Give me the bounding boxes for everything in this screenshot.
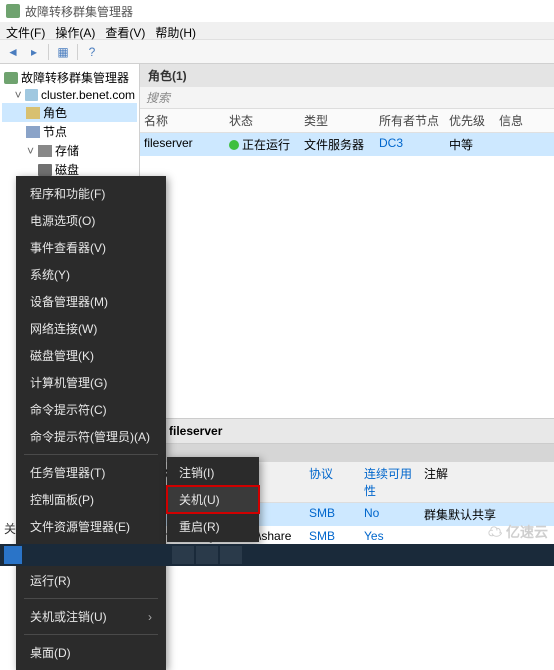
shutdown-submenu: 注销(I) 关机(U) 重启(R) [167, 457, 259, 542]
watermark: ☁ 亿速云 [488, 522, 548, 542]
menu-cmd-admin[interactable]: 命令提示符(管理员)(A) [16, 423, 166, 450]
col-share-avail[interactable]: 连续可用性 [360, 462, 420, 502]
taskbar-item[interactable] [220, 546, 242, 564]
cell: No [360, 503, 420, 526]
panel-title: 角色(1) [140, 64, 554, 87]
menu-file-explorer[interactable]: 文件资源管理器(E) [16, 513, 166, 540]
col-share-remark[interactable]: 注解 [420, 462, 554, 502]
help-icon[interactable]: ? [83, 43, 101, 61]
menubar: 文件(F) 操作(A) 查看(V) 帮助(H) [0, 22, 554, 40]
cell: SMB [305, 526, 360, 546]
col-priority[interactable]: 优先级 [445, 109, 495, 132]
toolbar-separator [48, 44, 49, 60]
menu-desktop[interactable]: 桌面(D) [16, 639, 166, 666]
start-button[interactable] [4, 546, 22, 564]
node-icon [26, 126, 40, 138]
submenu-restart[interactable]: 重启(R) [167, 513, 259, 540]
menu-cmd[interactable]: 命令提示符(C) [16, 396, 166, 423]
menu-action[interactable]: 操作(A) [55, 24, 95, 37]
cell-name: fileserver [140, 133, 225, 156]
menu-programs-features[interactable]: 程序和功能(F) [16, 180, 166, 207]
tree-cluster[interactable]: ˅ cluster.benet.com [2, 87, 137, 103]
tree-storage[interactable]: ˅ 存储 [2, 141, 137, 160]
col-owner[interactable]: 所有者节点 [375, 109, 445, 132]
search-input[interactable]: 搜索 [140, 87, 554, 109]
toolbar: ◄ ▸ ▦ ? [0, 40, 554, 64]
cell: SMB [305, 503, 360, 526]
chevron-down-icon[interactable]: ˅ [14, 88, 22, 102]
menu-event-viewer[interactable]: 事件查看器(V) [16, 234, 166, 261]
submenu-shutdown[interactable]: 关机(U) [167, 486, 259, 513]
roles-table-header: 名称 状态 类型 所有者节点 优先级 信息 [140, 109, 554, 133]
detail-header: fileserver [140, 418, 554, 444]
menu-system[interactable]: 系统(Y) [16, 261, 166, 288]
col-status[interactable]: 状态 [225, 109, 300, 132]
role-icon [26, 107, 40, 119]
menu-view[interactable]: 查看(V) [105, 24, 145, 37]
cell-owner: DC3 [375, 133, 445, 156]
cell-status: 正在运行 [225, 133, 300, 156]
tree-label: 角色 [43, 104, 67, 121]
tree-label: 故障转移群集管理器 [21, 69, 129, 86]
col-type[interactable]: 类型 [300, 109, 375, 132]
running-icon [229, 140, 239, 150]
menu-computer-management[interactable]: 计算机管理(G) [16, 369, 166, 396]
app-icon [6, 4, 20, 18]
status-text: 关 [4, 520, 16, 537]
cell: Yes [360, 526, 420, 546]
menu-shutdown-signout[interactable]: 关机或注销(U)› [16, 603, 166, 630]
col-info[interactable]: 信息 [495, 109, 554, 132]
menu-run[interactable]: 运行(R) [16, 567, 166, 594]
col-name[interactable]: 名称 [140, 109, 225, 132]
menu-separator [24, 634, 158, 635]
cell-type: 文件服务器 [300, 133, 375, 156]
menu-network-connections[interactable]: 网络连接(W) [16, 315, 166, 342]
menu-power-options[interactable]: 电源选项(O) [16, 207, 166, 234]
chevron-down-icon[interactable]: ˅ [26, 144, 35, 158]
table-row[interactable]: fileserver 正在运行 文件服务器 DC3 中等 [140, 133, 554, 156]
taskbar-item[interactable] [196, 546, 218, 564]
menu-file[interactable]: 文件(F) [6, 24, 45, 37]
winx-menu: 程序和功能(F) 电源选项(O) 事件查看器(V) 系统(Y) 设备管理器(M)… [16, 176, 166, 670]
submenu-logoff[interactable]: 注销(I) [167, 459, 259, 486]
cell-info [495, 133, 554, 156]
roles-table-body: fileserver 正在运行 文件服务器 DC3 中等 [140, 133, 554, 418]
menu-disk-management[interactable]: 磁盘管理(K) [16, 342, 166, 369]
tree-roles[interactable]: 角色 [2, 103, 137, 122]
cell-priority: 中等 [445, 133, 495, 156]
toolbar-separator [77, 44, 78, 60]
taskbar-item[interactable] [172, 546, 194, 564]
window-title: 故障转移群集管理器 [25, 3, 133, 20]
detail-title: fileserver [169, 424, 222, 438]
menu-help[interactable]: 帮助(H) [155, 24, 196, 37]
menu-separator [24, 598, 158, 599]
storage-icon [38, 145, 52, 157]
disk-icon [38, 164, 52, 176]
menu-separator [24, 454, 158, 455]
chevron-right-icon: › [148, 610, 152, 624]
server-icon [25, 89, 38, 101]
menu-device-manager[interactable]: 设备管理器(M) [16, 288, 166, 315]
tree-root[interactable]: 故障转移群集管理器 [2, 68, 137, 87]
cluster-manager-icon [4, 72, 18, 84]
tree-label: 节点 [43, 123, 67, 140]
tree-nodes[interactable]: 节点 [2, 122, 137, 141]
tree-label: cluster.benet.com [41, 88, 135, 102]
taskbar [0, 544, 554, 566]
titlebar: 故障转移群集管理器 [0, 0, 554, 22]
tree-label: 存储 [55, 142, 79, 159]
toolbar-action-icon[interactable]: ▦ [54, 43, 72, 61]
menu-control-panel[interactable]: 控制面板(P) [16, 486, 166, 513]
forward-icon[interactable]: ▸ [25, 43, 43, 61]
taskbar-apps [172, 546, 242, 564]
back-icon[interactable]: ◄ [4, 43, 22, 61]
col-share-proto[interactable]: 协议 [305, 462, 360, 502]
menu-task-manager[interactable]: 任务管理器(T) [16, 459, 166, 486]
